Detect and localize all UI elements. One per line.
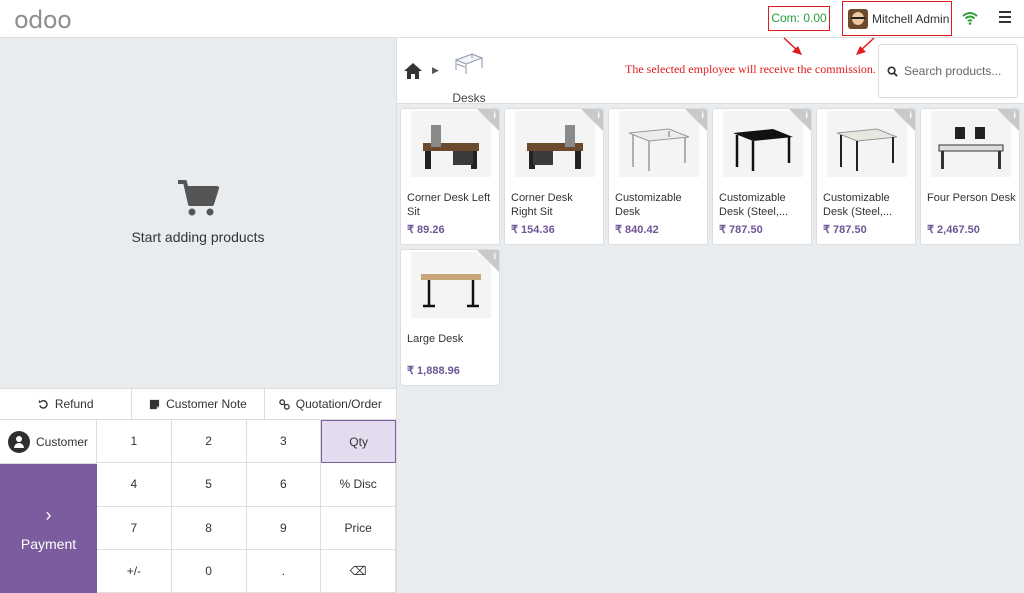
numpad-key[interactable]: 7: [97, 506, 172, 550]
numpad-key[interactable]: 3: [246, 420, 322, 464]
payment-button[interactable]: › Payment: [0, 464, 97, 593]
product-price: ₹ 1,888.96: [407, 365, 460, 377]
annotation-arrow-icon: [856, 37, 875, 55]
numpad-key[interactable]: % Disc: [321, 463, 396, 507]
quotation-order-label: Quotation/Order: [295, 397, 382, 411]
product-card[interactable]: i Customizable Desk (Steel,... ₹ 787.50: [712, 108, 812, 245]
info-icon[interactable]: i: [597, 110, 600, 120]
product-price: ₹ 154.36: [511, 224, 555, 236]
menu-icon[interactable]: [999, 11, 1011, 23]
wifi-icon[interactable]: [962, 10, 978, 26]
customer-note-label: Customer Note: [166, 397, 247, 411]
customer-label: Customer: [36, 434, 89, 449]
numpad-key[interactable]: 2: [171, 420, 247, 464]
product-price: ₹ 787.50: [719, 224, 763, 236]
numpad-key[interactable]: .: [246, 549, 322, 593]
breadcrumb-arrow-icon: ▶: [432, 65, 439, 75]
numpad-key[interactable]: 9: [246, 506, 322, 550]
product-card[interactable]: i Large Desk ₹ 1,888.96: [400, 249, 500, 386]
commission-display: Com: 0.00: [768, 6, 830, 31]
info-icon[interactable]: i: [909, 110, 912, 120]
product-card[interactable]: i Corner Desk Left Sit ₹ 89.26: [400, 108, 500, 245]
cart-icon: [178, 180, 219, 216]
numpad-key[interactable]: 0: [171, 549, 247, 593]
refund-label: Refund: [54, 397, 94, 411]
product-name: Customizable Desk (Steel,...: [823, 192, 893, 218]
desk-category-icon: [454, 53, 484, 74]
cashier-button[interactable]: Mitchell Admin: [842, 1, 952, 36]
product-price: ₹ 89.26: [407, 224, 445, 236]
numpad-key[interactable]: 6: [246, 463, 322, 507]
product-price: ₹ 787.50: [823, 224, 867, 236]
product-price: ₹ 2,467.50: [927, 224, 980, 236]
info-icon[interactable]: i: [1013, 110, 1016, 120]
product-name: Customizable Desk (Aluminium...: [615, 192, 682, 218]
product-card[interactable]: i Customizable Desk (Steel,... ₹ 787.50: [816, 108, 916, 245]
link-icon: [279, 398, 290, 410]
numpad-key[interactable]: Qty: [321, 420, 396, 464]
note-icon: [150, 399, 160, 409]
refund-button[interactable]: Refund: [0, 389, 133, 419]
product-name: Four Person Desk: [927, 192, 1016, 204]
numpad-key[interactable]: 4: [97, 463, 172, 507]
info-icon[interactable]: i: [493, 110, 496, 120]
product-name: Corner Desk Left Sit: [407, 192, 491, 218]
user-avatar: [848, 8, 868, 29]
quotation-order-button[interactable]: Quotation/Order: [265, 389, 396, 419]
customer-icon: [8, 430, 30, 453]
customer-note-button[interactable]: Customer Note: [132, 389, 265, 419]
empty-cart: Start adding products: [0, 178, 396, 245]
info-icon[interactable]: i: [493, 251, 496, 261]
numpad-key[interactable]: 5: [171, 463, 247, 507]
cashier-name: Mitchell Admin: [872, 11, 950, 26]
payment-label: Payment: [20, 536, 77, 552]
info-icon[interactable]: i: [805, 110, 808, 120]
product-card[interactable]: i Corner Desk Right Sit ₹ 154.36: [504, 108, 604, 245]
numpad-key[interactable]: +/-: [97, 549, 172, 593]
odoo-logo: odoo: [14, 6, 72, 34]
numpad-key[interactable]: 1: [97, 420, 172, 464]
category-name: Desks: [452, 91, 486, 105]
annotation-note: The selected employee will receive the c…: [625, 62, 876, 76]
search-input[interactable]: [904, 64, 1012, 78]
numpad-key[interactable]: 8: [171, 506, 247, 550]
product-name: Corner Desk Right Sit: [511, 192, 573, 218]
home-icon[interactable]: [403, 62, 423, 80]
product-price: ₹ 840.42: [615, 224, 659, 236]
top-bar: odoo Com: 0.00 Mitchell Admin: [0, 0, 1024, 38]
numpad-key[interactable]: ⌫: [321, 549, 396, 593]
numpad-key[interactable]: Price: [321, 506, 396, 550]
control-buttons: Refund Customer Note Quotation/Order: [0, 388, 396, 420]
info-icon[interactable]: i: [701, 110, 704, 120]
search-icon: [887, 65, 898, 77]
category-desks[interactable]: Desks: [449, 50, 489, 105]
numpad: 1 2 3 Qty 4 5 6% Disc 7 8 9 Price +/- 0. ⌫: [97, 420, 396, 593]
product-pane: ▶ Desks The selected employee will recei…: [396, 38, 1024, 593]
order-pane: Start adding products Refund Customer No…: [0, 38, 396, 593]
empty-cart-message: Start adding products: [131, 229, 265, 245]
product-name: Customizable Desk (Steel,...: [719, 192, 789, 218]
search-box[interactable]: [878, 44, 1018, 98]
product-card[interactable]: i Customizable Desk (Aluminium... ₹ 840.42: [608, 108, 708, 245]
product-card[interactable]: i Four Person Desk ₹ 2,467.50: [920, 108, 1020, 245]
undo-icon: [38, 399, 48, 409]
customer-button[interactable]: Customer: [0, 420, 97, 464]
annotation-arrow-icon: [783, 37, 802, 55]
category-bar: ▶ Desks The selected employee will recei…: [397, 38, 1024, 105]
chevron-right-icon: ›: [45, 505, 52, 525]
product-name: Large Desk: [407, 333, 464, 345]
